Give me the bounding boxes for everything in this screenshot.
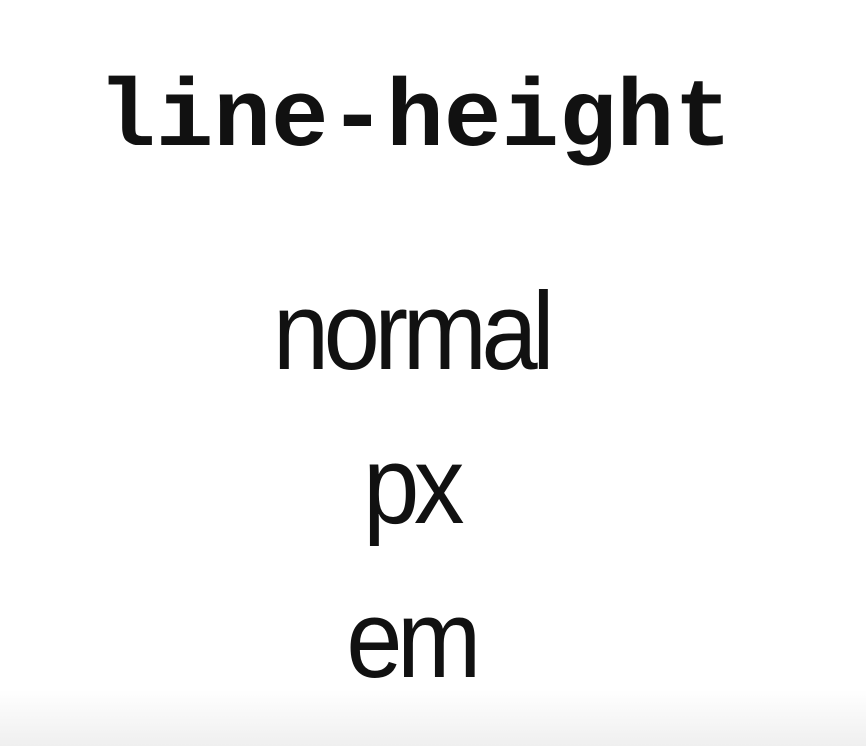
value-list: normal px em bbox=[0, 255, 822, 717]
bottom-fade bbox=[0, 690, 866, 746]
slide-title: line-height bbox=[98, 65, 732, 174]
value-px: px bbox=[363, 424, 464, 547]
slide: line-height normal px em bbox=[0, 0, 866, 746]
value-normal: normal bbox=[272, 270, 555, 393]
